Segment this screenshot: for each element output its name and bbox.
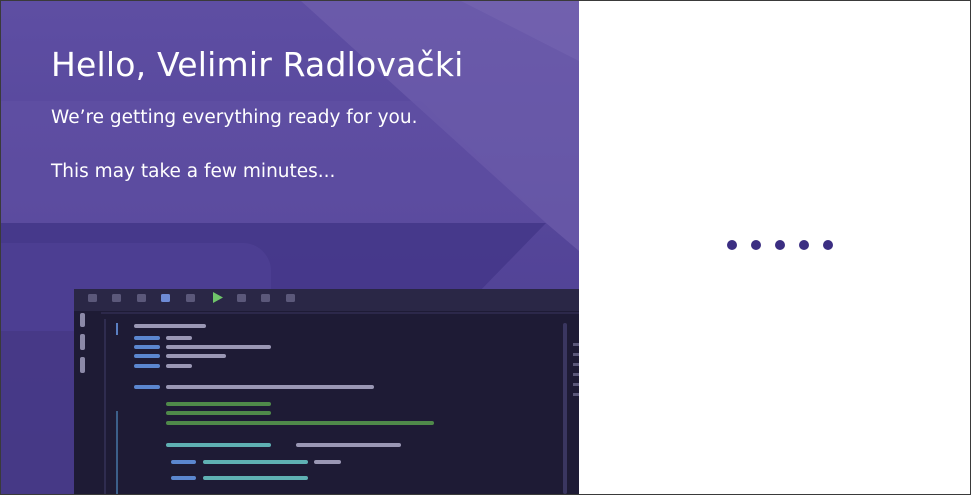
loading-dot — [751, 240, 761, 250]
welcome-hero-panel: Hello, Velimir Radlovački We’re getting … — [1, 1, 579, 494]
loading-dot — [775, 240, 785, 250]
loading-dot — [823, 240, 833, 250]
setup-subtitle: We’re getting everything ready for you. — [51, 107, 418, 128]
code-editor-mock — [74, 289, 579, 494]
loading-dot — [727, 240, 737, 250]
loading-dot — [799, 240, 809, 250]
setup-window: Hello, Velimir Radlovački We’re getting … — [0, 0, 971, 495]
wait-note: This may take a few minutes... — [51, 161, 336, 182]
greeting-heading: Hello, Velimir Radlovački — [51, 45, 464, 84]
loading-dots-indicator — [727, 240, 833, 250]
loading-panel — [579, 1, 970, 494]
